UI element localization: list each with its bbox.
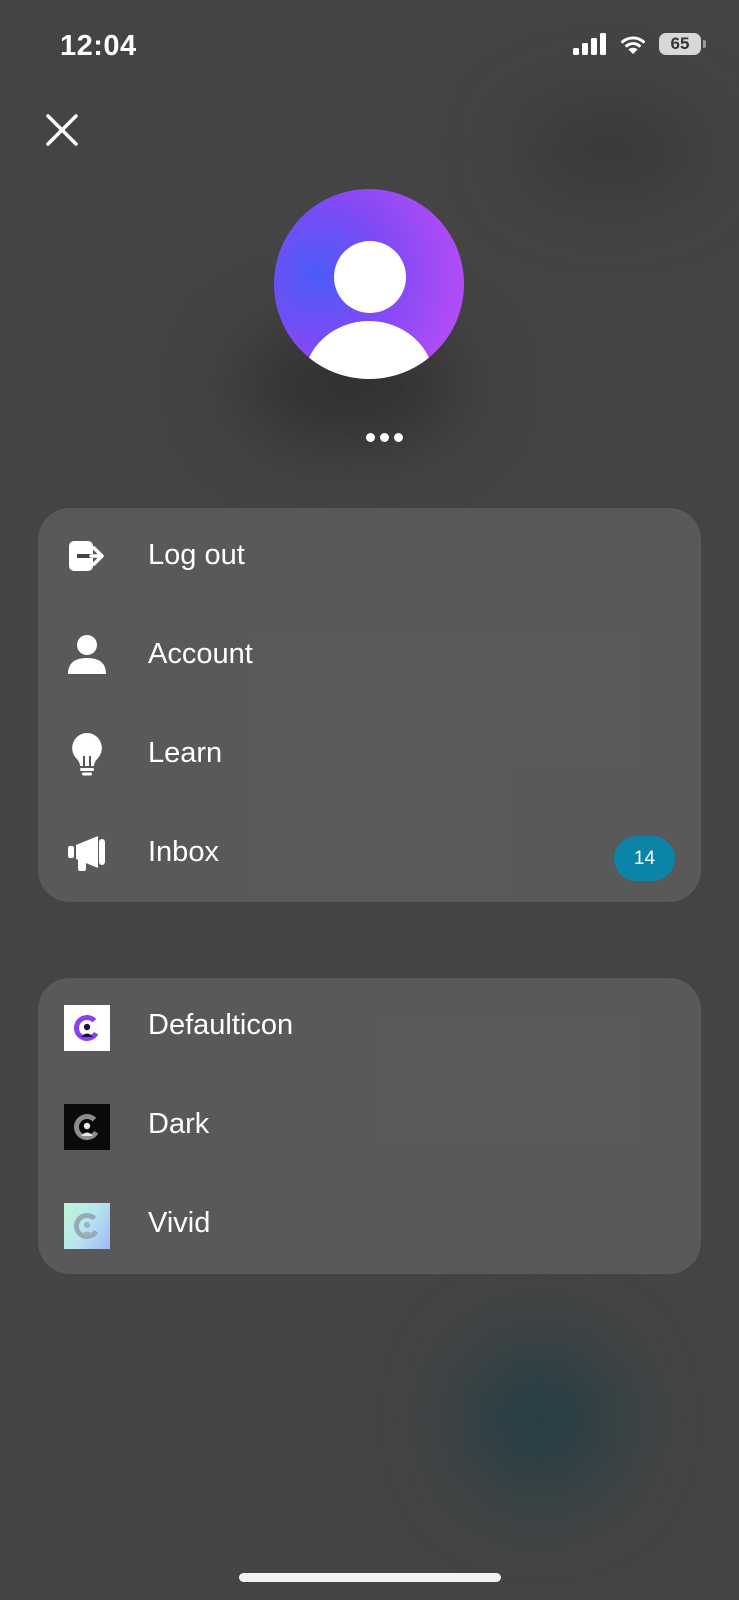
menu-item-inbox[interactable]: Inbox 14 [38, 805, 701, 904]
app-icon-option-vivid[interactable]: Vivid [38, 1176, 701, 1275]
cellular-signal-icon [573, 33, 606, 55]
menu-item-label: Learn [148, 737, 223, 769]
battery-indicator: 65 [659, 33, 706, 55]
app-icon-label: Defaulticon [148, 1009, 294, 1041]
app-icon-card: Defaulticon Dark Vivid [38, 978, 701, 1274]
menu-item-label: Log out [148, 539, 245, 571]
default-app-icon [64, 1005, 110, 1051]
app-icon-label: Dark [148, 1108, 210, 1140]
avatar[interactable] [274, 189, 464, 379]
menu-item-log-out[interactable]: Log out [38, 508, 701, 607]
menu-card: Log out Account Learn Inbox 14 [38, 508, 701, 902]
more-options-button[interactable] [366, 433, 403, 442]
close-button[interactable] [40, 108, 84, 152]
menu-item-account[interactable]: Account [38, 607, 701, 706]
status-icons: 65 [573, 33, 706, 55]
menu-item-learn[interactable]: Learn [38, 706, 701, 805]
menu-item-label: Inbox [148, 836, 219, 868]
menu-item-label: Account [148, 638, 253, 670]
app-icon-option-dark[interactable]: Dark [38, 1077, 701, 1176]
status-bar: 12:04 65 [0, 0, 739, 95]
log-out-icon [64, 533, 110, 579]
battery-level: 65 [670, 34, 690, 53]
megaphone-icon [64, 830, 110, 876]
dark-app-icon [64, 1104, 110, 1150]
wifi-icon [620, 36, 646, 54]
app-icon-option-default[interactable]: Defaulticon [38, 978, 701, 1077]
status-time: 12:04 [60, 30, 137, 62]
app-icon-label: Vivid [148, 1207, 211, 1239]
home-indicator[interactable] [239, 1573, 501, 1582]
person-icon [64, 632, 110, 678]
close-icon [46, 114, 78, 146]
inbox-count-badge: 14 [614, 836, 675, 881]
vivid-app-icon [64, 1203, 110, 1249]
lightbulb-icon [64, 731, 110, 777]
